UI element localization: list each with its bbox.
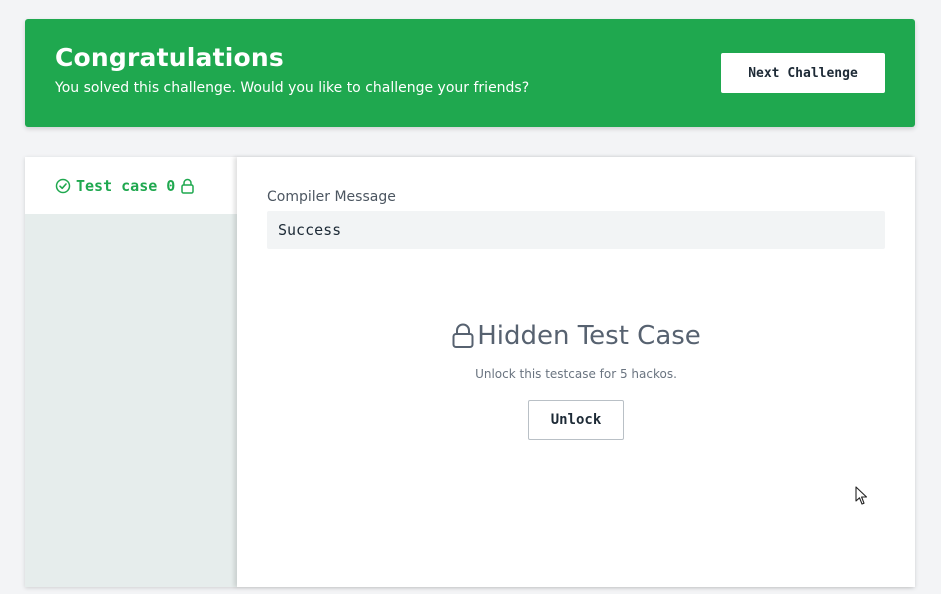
lock-icon bbox=[180, 178, 195, 194]
unlock-button[interactable]: Unlock bbox=[528, 400, 624, 440]
banner-subtitle: You solved this challenge. Would you lik… bbox=[55, 80, 530, 96]
tab-label: Test case 0 bbox=[76, 176, 176, 195]
hidden-test-case-title: Hidden Test Case bbox=[477, 321, 701, 351]
tab-test-case-0[interactable]: Test case 0 bbox=[25, 157, 237, 214]
compiler-message-value: Success bbox=[278, 221, 342, 239]
test-case-detail: Compiler Message Success Hidden Test Cas… bbox=[237, 157, 915, 587]
lock-icon bbox=[451, 323, 475, 349]
success-banner: Congratulations You solved this challeng… bbox=[25, 19, 915, 127]
banner-title: Congratulations bbox=[55, 43, 284, 72]
test-case-sidebar: Test case 0 bbox=[25, 157, 237, 587]
compiler-message-box: Success bbox=[267, 211, 885, 249]
compiler-message-label: Compiler Message bbox=[267, 189, 396, 205]
results-panel: Test case 0 Compiler Message Success Hid… bbox=[25, 157, 915, 587]
mouse-cursor-icon bbox=[855, 486, 869, 510]
next-challenge-button[interactable]: Next Challenge bbox=[721, 53, 885, 93]
unlock-note: Unlock this testcase for 5 hackos. bbox=[475, 367, 677, 381]
hidden-test-case-heading: Hidden Test Case bbox=[237, 321, 915, 351]
check-circle-icon bbox=[55, 178, 71, 194]
